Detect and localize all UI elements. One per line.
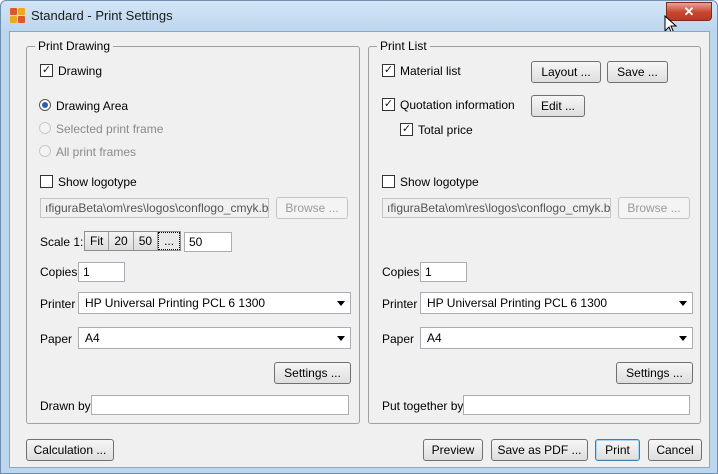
list-paper-value: A4 — [427, 331, 442, 345]
drawing-logo-path-field[interactable]: ıfiguraBeta\om\res\logos\conflogo_cmyk.b… — [40, 198, 269, 218]
drawing-browse-button[interactable]: Browse ... — [276, 197, 348, 219]
scale-value-field[interactable]: 50 — [184, 232, 232, 252]
window-title: Standard - Print Settings — [31, 8, 173, 23]
drawing-settings-button[interactable]: Settings ... — [274, 362, 351, 384]
list-paper-label: Paper — [382, 332, 415, 346]
all-print-frames-radio[interactable] — [39, 145, 51, 157]
list-printer-value: HP Universal Printing PCL 6 1300 — [427, 296, 608, 310]
total-price-checkbox[interactable]: ✓ — [400, 123, 413, 136]
list-show-logotype-checkbox[interactable] — [382, 175, 395, 188]
drawing-paper-value: A4 — [85, 331, 100, 345]
chevron-down-icon — [679, 301, 687, 306]
all-print-frames-label: All print frames — [56, 145, 137, 159]
scale-20-button[interactable]: 20 — [109, 232, 134, 250]
list-printer-label: Printer — [382, 297, 418, 311]
app-icon — [10, 8, 26, 24]
close-icon: ✕ — [683, 4, 695, 19]
list-printer-select[interactable]: HP Universal Printing PCL 6 1300 — [420, 292, 693, 314]
selected-print-frame-label: Selected print frame — [56, 122, 164, 136]
checkmark-icon: ✓ — [383, 98, 394, 110]
print-drawing-group: Print Drawing ✓ Drawing Drawing Area Sel… — [26, 39, 360, 424]
drawing-printer-select[interactable]: HP Universal Printing PCL 6 1300 — [78, 292, 351, 314]
drawing-checkbox[interactable]: ✓ — [40, 64, 53, 77]
quotation-info-label: Quotation information — [400, 98, 515, 112]
layout-button[interactable]: Layout ... — [531, 61, 601, 83]
drawn-by-field[interactable] — [91, 395, 349, 415]
scale-50-button[interactable]: 50 — [134, 232, 159, 250]
drawing-copies-field[interactable]: 1 — [78, 262, 125, 282]
quotation-info-checkbox[interactable]: ✓ — [382, 98, 395, 111]
drawing-show-logotype-label: Show logotype — [58, 175, 137, 189]
total-price-label: Total price — [418, 123, 473, 137]
scale-label: Scale 1: — [40, 235, 84, 249]
put-together-by-label: Put together by — [382, 399, 464, 413]
drawn-by-label: Drawn by — [40, 399, 91, 413]
checkmark-icon: ✓ — [383, 64, 394, 76]
drawing-label: Drawing — [58, 64, 103, 78]
chevron-down-icon — [679, 336, 687, 341]
checkmark-icon: ✓ — [401, 123, 412, 135]
drawing-copies-label: Copies — [40, 265, 78, 279]
material-list-label: Material list — [400, 64, 461, 78]
print-drawing-legend: Print Drawing — [35, 39, 114, 53]
preview-button[interactable]: Preview — [423, 439, 483, 461]
print-list-legend: Print List — [377, 39, 430, 53]
cancel-button[interactable]: Cancel — [648, 439, 702, 461]
list-paper-select[interactable]: A4 — [420, 327, 693, 349]
put-together-by-field[interactable] — [463, 395, 690, 415]
edit-button[interactable]: Edit ... — [531, 95, 585, 117]
list-copies-label: Copies — [382, 265, 420, 279]
save-list-button[interactable]: Save ... — [607, 61, 668, 83]
save-as-pdf-button[interactable]: Save as PDF ... — [491, 439, 588, 461]
material-list-checkbox[interactable]: ✓ — [382, 64, 395, 77]
calculation-button[interactable]: Calculation ... — [26, 439, 114, 461]
checkmark-icon: ✓ — [41, 64, 52, 76]
scale-fit-button[interactable]: Fit — [85, 232, 110, 250]
list-copies-field[interactable]: 1 — [420, 262, 467, 282]
drawing-printer-value: HP Universal Printing PCL 6 1300 — [85, 296, 266, 310]
dialog-body: Print Drawing ✓ Drawing Drawing Area Sel… — [9, 31, 710, 468]
scale-preset-buttons: Fit 20 50 ... — [84, 231, 182, 251]
title-bar[interactable]: Standard - Print Settings ✕ — [1, 1, 717, 31]
list-logo-path-field[interactable]: ıfiguraBeta\om\res\logos\conflogo_cmyk.b… — [382, 198, 611, 218]
print-button[interactable]: Print — [595, 439, 640, 461]
drawing-paper-select[interactable]: A4 — [78, 327, 351, 349]
drawing-show-logotype-checkbox[interactable] — [40, 175, 53, 188]
list-show-logotype-label: Show logotype — [400, 175, 479, 189]
drawing-area-radio[interactable] — [39, 99, 51, 111]
print-settings-window: Standard - Print Settings ✕ Print Drawin… — [0, 0, 718, 474]
list-browse-button[interactable]: Browse ... — [618, 197, 690, 219]
print-list-group: Print List ✓ Material list Layout ... Sa… — [368, 39, 701, 424]
drawing-paper-label: Paper — [40, 332, 73, 346]
list-settings-button[interactable]: Settings ... — [616, 362, 693, 384]
drawing-printer-label: Printer — [40, 297, 76, 311]
scale-more-button[interactable]: ... — [158, 232, 181, 250]
chevron-down-icon — [337, 336, 345, 341]
selected-print-frame-radio[interactable] — [39, 122, 51, 134]
chevron-down-icon — [337, 301, 345, 306]
drawing-area-label: Drawing Area — [56, 99, 129, 113]
